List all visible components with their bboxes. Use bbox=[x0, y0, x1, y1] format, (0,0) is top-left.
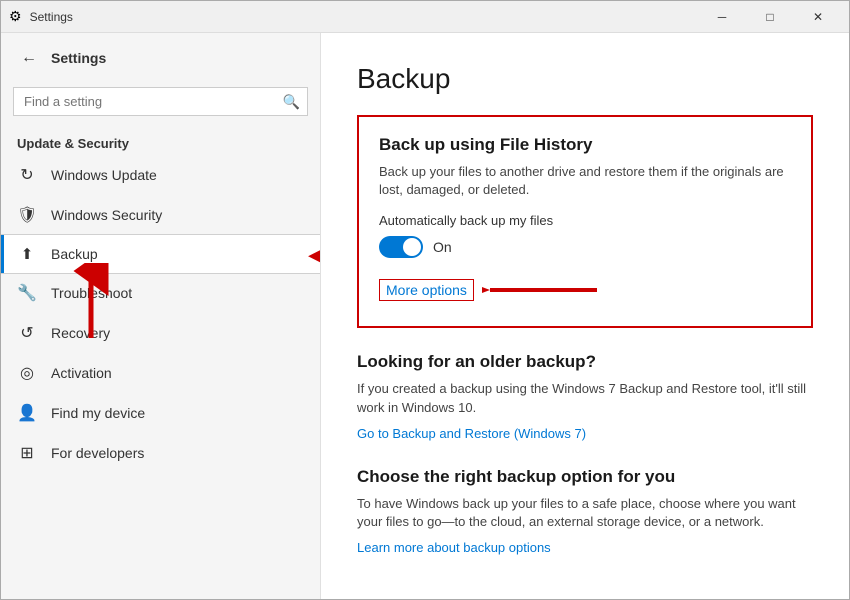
sidebar-item-label: Activation bbox=[51, 365, 112, 381]
file-history-title: Back up using File History bbox=[379, 135, 791, 155]
toggle-row: On bbox=[379, 236, 791, 258]
sidebar-item-backup[interactable]: ⬆ Backup ◀ bbox=[1, 235, 320, 273]
maximize-button[interactable]: □ bbox=[747, 1, 793, 33]
older-backup-text: If you created a backup using the Window… bbox=[357, 380, 813, 416]
sidebar-item-troubleshoot[interactable]: 🔧 Troubleshoot bbox=[1, 273, 320, 313]
choose-backup-text: To have Windows back up your files to a … bbox=[357, 495, 813, 531]
sidebar-item-label: Windows Update bbox=[51, 167, 157, 183]
sidebar: ← Settings 🔍 Update & Security ↻ Windows… bbox=[1, 33, 321, 599]
sidebar-item-recovery[interactable]: ↺ Recovery bbox=[1, 313, 320, 353]
choose-backup-section: Choose the right backup option for you T… bbox=[357, 467, 813, 557]
find-my-device-icon: 👤 bbox=[17, 403, 37, 423]
titlebar-controls: ─ □ ✕ bbox=[699, 1, 841, 33]
windows-security-icon: 🛡 bbox=[17, 205, 37, 225]
sidebar-item-for-developers[interactable]: ⊞ For developers bbox=[1, 433, 320, 473]
troubleshoot-icon: 🔧 bbox=[17, 283, 37, 303]
titlebar: ⚙ Settings ─ □ ✕ bbox=[1, 1, 849, 33]
window-icon: ⚙ bbox=[9, 8, 22, 25]
search-box: 🔍 bbox=[13, 87, 308, 116]
auto-backup-label: Automatically back up my files bbox=[379, 213, 791, 228]
sidebar-header: ← Settings bbox=[1, 33, 320, 83]
sidebar-item-windows-security[interactable]: 🛡 Windows Security bbox=[1, 195, 320, 235]
sidebar-item-label: For developers bbox=[51, 445, 144, 461]
titlebar-title: Settings bbox=[30, 10, 73, 24]
sidebar-item-find-my-device[interactable]: 👤 Find my device bbox=[1, 393, 320, 433]
search-input[interactable] bbox=[13, 87, 308, 116]
section-label: Update & Security bbox=[1, 128, 320, 155]
recovery-icon: ↺ bbox=[17, 323, 37, 343]
auto-backup-toggle[interactable] bbox=[379, 236, 423, 258]
search-icon: 🔍 bbox=[283, 93, 300, 110]
sidebar-item-label: Find my device bbox=[51, 405, 145, 421]
sidebar-item-windows-update[interactable]: ↻ Windows Update bbox=[1, 155, 320, 195]
big-red-arrow bbox=[61, 263, 121, 350]
choose-backup-heading: Choose the right backup option for you bbox=[357, 467, 813, 487]
main-content: Backup Back up using File History Back u… bbox=[321, 33, 849, 599]
page-title: Backup bbox=[357, 63, 813, 95]
file-history-card: Back up using File History Back up your … bbox=[357, 115, 813, 328]
choose-backup-link[interactable]: Learn more about backup options bbox=[357, 540, 551, 555]
sidebar-arrow-annotation: ◀ bbox=[308, 239, 321, 270]
more-options-row: More options bbox=[379, 272, 791, 308]
file-history-desc: Back up your files to another drive and … bbox=[379, 163, 791, 199]
more-options-arrow-svg bbox=[482, 272, 602, 308]
close-button[interactable]: ✕ bbox=[795, 1, 841, 33]
settings-window: ⚙ Settings ─ □ ✕ ← Settings 🔍 Update & S… bbox=[0, 0, 850, 600]
sidebar-item-label: Backup bbox=[51, 246, 98, 262]
arrow-svg bbox=[61, 263, 121, 343]
windows-update-icon: ↻ bbox=[17, 165, 37, 185]
sidebar-item-label: Windows Security bbox=[51, 207, 162, 223]
older-backup-link[interactable]: Go to Backup and Restore (Windows 7) bbox=[357, 426, 586, 441]
app-title: Settings bbox=[51, 50, 106, 66]
minimize-button[interactable]: ─ bbox=[699, 1, 745, 33]
back-button[interactable]: ← bbox=[17, 45, 41, 71]
sidebar-item-activation[interactable]: ◎ Activation bbox=[1, 353, 320, 393]
backup-icon: ⬆ bbox=[17, 245, 37, 263]
toggle-state-label: On bbox=[433, 239, 452, 255]
older-backup-section: Looking for an older backup? If you crea… bbox=[357, 352, 813, 442]
for-developers-icon: ⊞ bbox=[17, 443, 37, 463]
activation-icon: ◎ bbox=[17, 363, 37, 383]
window-content: ← Settings 🔍 Update & Security ↻ Windows… bbox=[1, 33, 849, 599]
older-backup-heading: Looking for an older backup? bbox=[357, 352, 813, 372]
more-options-link[interactable]: More options bbox=[379, 279, 474, 301]
